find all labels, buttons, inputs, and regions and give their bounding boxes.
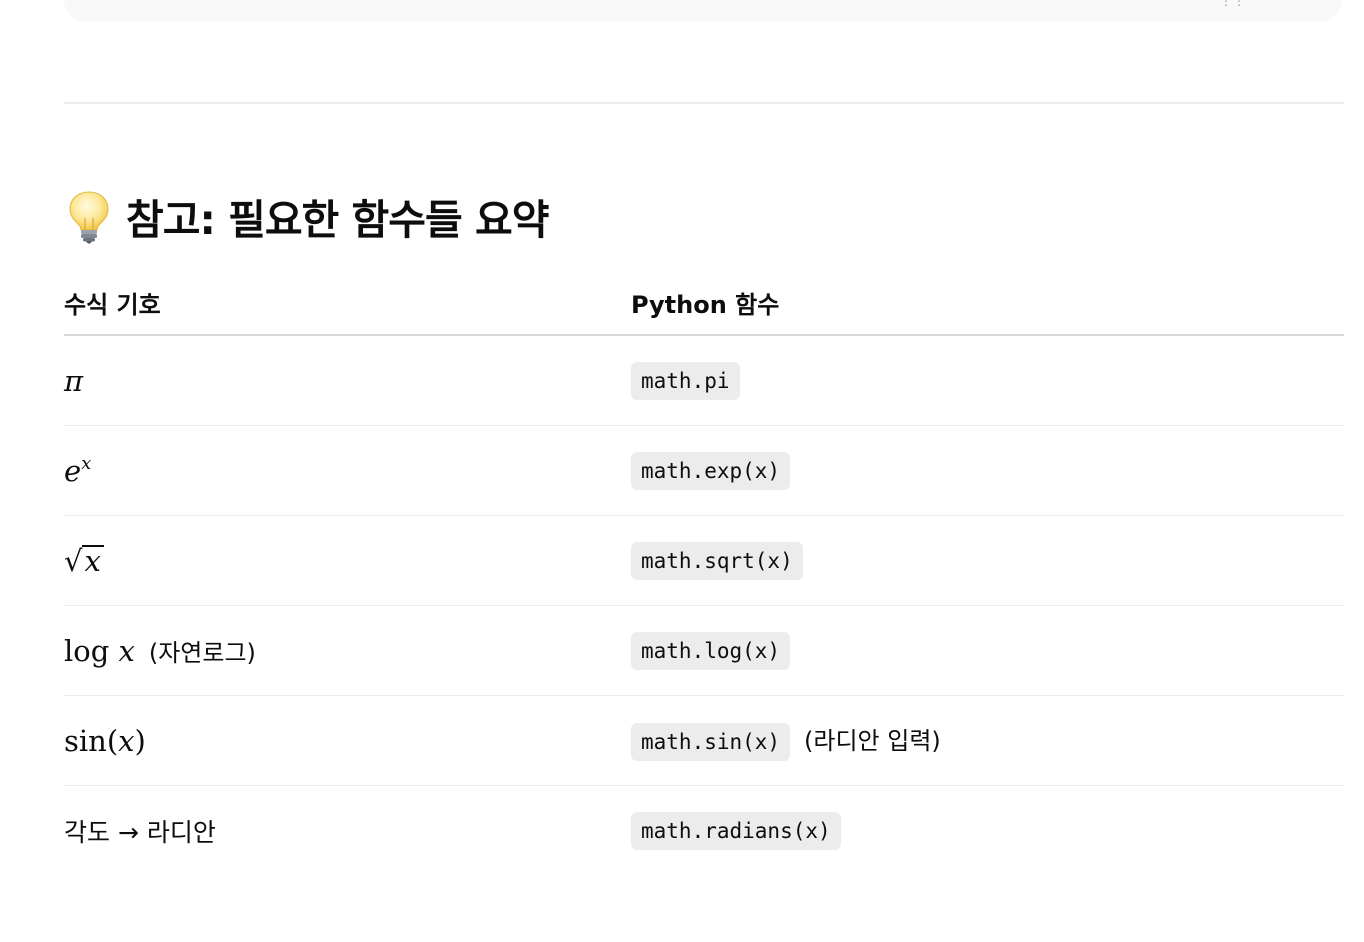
symbol-cell: √x: [64, 515, 631, 606]
code-block-bottom: ⋮⋮: [64, 0, 1342, 22]
table-row: sin(x) math.sin(x) (라디안 입력): [64, 695, 1344, 786]
symbol-cell: sin(x): [64, 695, 631, 786]
function-code: math.sin(x): [631, 722, 791, 761]
function-cell: math.log(x): [631, 605, 1344, 696]
symbol-degree-to-radian: 각도 → 라디안: [64, 817, 216, 847]
function-code: math.pi: [631, 361, 740, 400]
section-divider: [64, 102, 1344, 104]
function-code: math.exp(x): [631, 451, 791, 490]
symbol-sin: sin(x): [64, 723, 146, 758]
function-cell: math.radians(x): [631, 786, 1344, 876]
table-row: √x math.sqrt(x): [64, 515, 1344, 606]
column-header-python-function: Python 함수: [631, 270, 1344, 336]
symbol-pi: π: [64, 363, 84, 398]
function-cell: math.sqrt(x): [631, 515, 1344, 606]
function-code: math.radians(x): [631, 811, 841, 850]
function-summary-table: 수식 기호 Python 함수 π math.pi ex math.exp(x)…: [64, 270, 1344, 875]
function-cell: math.sin(x) (라디안 입력): [631, 695, 1344, 786]
symbol-log: log x: [64, 634, 135, 668]
section-title: 참고: 필요한 함수들 요약: [126, 196, 549, 244]
symbol-exp: ex: [64, 453, 92, 488]
function-cell: math.exp(x): [631, 425, 1344, 516]
table-row: 각도 → 라디안 math.radians(x): [64, 786, 1344, 876]
function-code: math.log(x): [631, 631, 791, 670]
section-heading: 참고: 필요한 함수들 요약: [64, 188, 549, 244]
symbol-cell: ex: [64, 425, 631, 516]
column-header-symbol: 수식 기호: [64, 270, 631, 336]
function-cell: math.pi: [631, 335, 1344, 426]
table-row: ex math.exp(x): [64, 425, 1344, 516]
table-row: log x (자연로그) math.log(x): [64, 605, 1344, 696]
code-block-corner-icon: ⋮⋮: [1220, 0, 1246, 8]
symbol-cell: log x (자연로그): [64, 605, 631, 696]
symbol-sqrt: √x: [64, 544, 104, 578]
symbol-cell: π: [64, 335, 631, 426]
table-header-row: 수식 기호 Python 함수: [64, 270, 1344, 336]
table-row: π math.pi: [64, 335, 1344, 426]
lightbulb-icon: [69, 191, 109, 244]
function-code: math.sqrt(x): [631, 541, 803, 580]
symbol-note: (자연로그): [148, 639, 256, 667]
function-note: (라디안 입력): [804, 726, 941, 755]
symbol-cell: 각도 → 라디안: [64, 786, 631, 876]
